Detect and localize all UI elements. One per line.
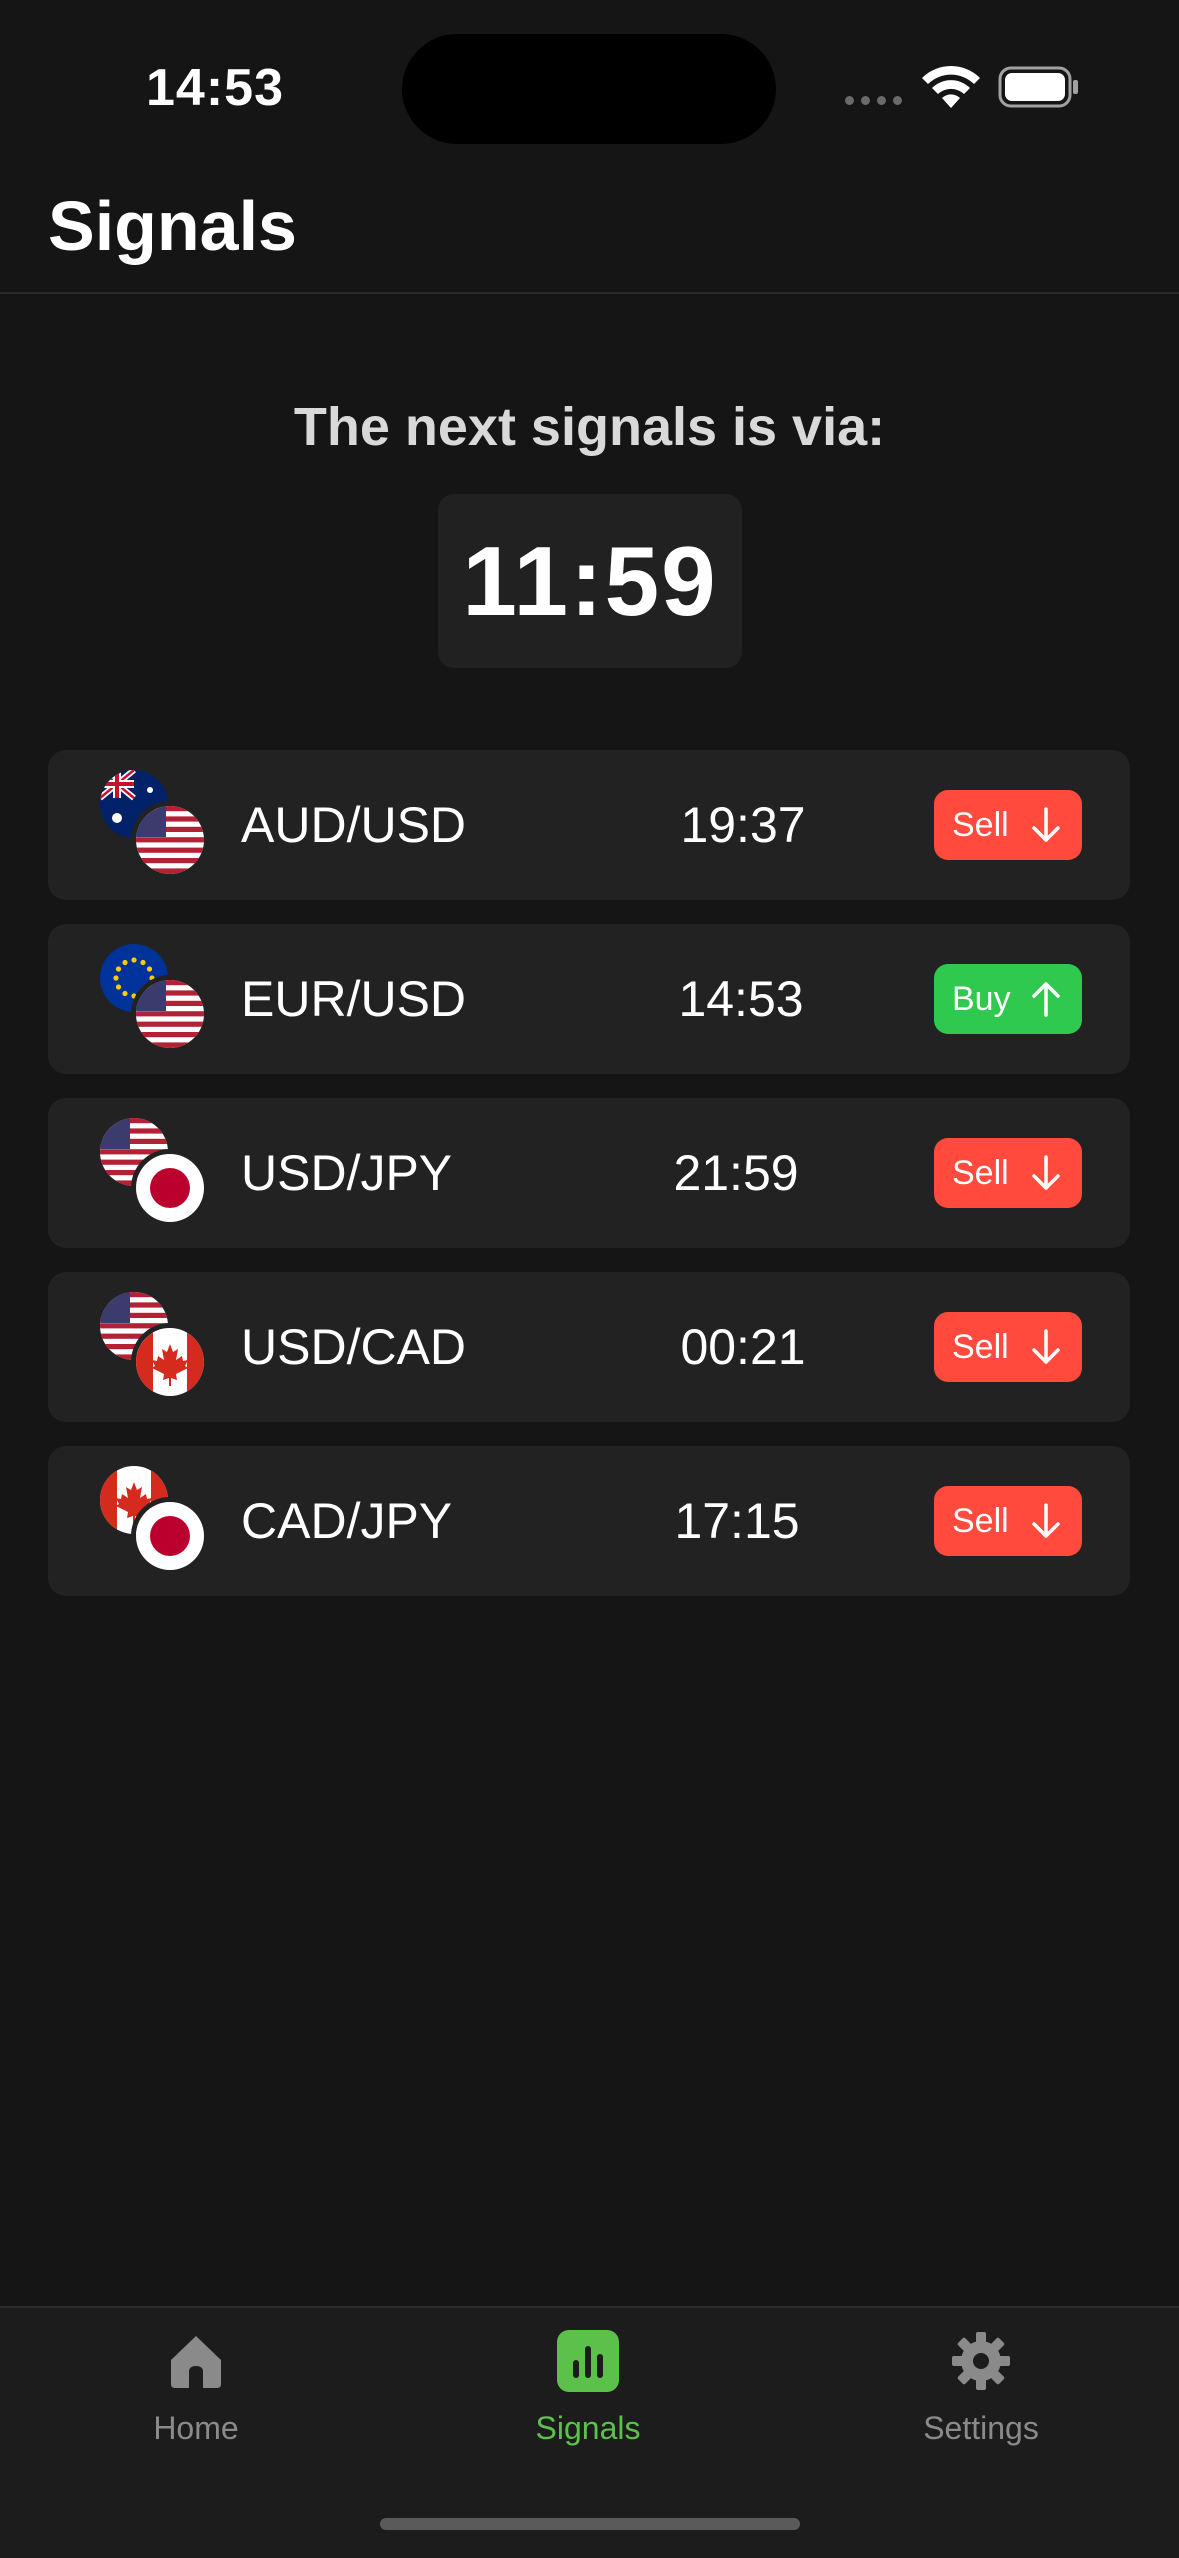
home-indicator[interactable] [380,2518,800,2530]
signal-row-eur-usd[interactable]: EUR/USD 14:53 Buy [48,924,1130,1074]
sell-button[interactable]: Sell [934,790,1082,860]
page-title: Signals [48,187,297,265]
sell-button[interactable]: Sell [934,1138,1082,1208]
currency-pair-label: CAD/JPY [241,1493,453,1549]
signal-time: 19:37 [680,797,806,853]
battery-icon [998,66,1078,108]
sell-button[interactable]: Sell [934,1312,1082,1382]
arrow-down-icon [1032,1503,1060,1538]
usa-flag-icon [131,801,209,879]
chart-icon [557,2330,619,2392]
home-icon [171,2336,221,2388]
signal-time: 14:53 [678,971,804,1027]
countdown-label: The next signals is via: [293,397,886,457]
usa-flag-icon [131,975,209,1053]
japan-flag-icon [131,1149,209,1227]
tab-home-label: Home [153,2410,239,2446]
action-label: Sell [952,1501,1009,1540]
action-label: Buy [952,979,1011,1018]
wifi-icon [922,65,980,108]
arrow-up-icon [1032,982,1060,1017]
tab-signals[interactable]: Signals [438,2330,738,2447]
signal-time: 21:59 [673,1145,799,1201]
action-label: Sell [952,805,1009,844]
tab-signals-label: Signals [535,2410,641,2446]
currency-pair-flags [100,1292,210,1402]
arrow-down-icon [1032,807,1060,842]
countdown-timer: 11:59 [438,494,742,668]
cellular-signal-icon [845,96,902,105]
sell-button[interactable]: Sell [934,1486,1082,1556]
header-divider [0,292,1179,294]
signal-row-usd-jpy[interactable]: USD/JPY 21:59 Sell [48,1098,1130,1248]
gear-icon [952,2332,1010,2390]
signal-row-cad-jpy[interactable]: CAD/JPY 17:15 Sell [48,1446,1130,1596]
signal-time: 00:21 [680,1319,806,1375]
status-time: 14:53 [146,59,284,117]
arrow-down-icon [1032,1329,1060,1364]
japan-flag-icon [131,1497,209,1575]
currency-pair-label: EUR/USD [241,971,467,1027]
currency-pair-flags [100,770,210,880]
currency-pair-flags [100,1118,210,1228]
signal-time: 17:15 [674,1493,800,1549]
buy-button[interactable]: Buy [934,964,1082,1034]
tab-settings-label: Settings [923,2410,1039,2446]
tab-settings[interactable]: Settings [831,2330,1131,2447]
signal-row-usd-cad[interactable]: USD/CAD 00:21 Sell [48,1272,1130,1422]
tab-home[interactable]: Home [46,2330,346,2447]
currency-pair-label: USD/JPY [241,1145,453,1201]
currency-pair-flags [100,1466,210,1576]
dynamic-island [402,34,776,144]
signal-row-aud-usd[interactable]: AUD/USD 19:37 Sell [48,750,1130,900]
arrow-down-icon [1032,1155,1060,1190]
action-label: Sell [952,1327,1009,1366]
currency-pair-flags [100,944,210,1054]
action-label: Sell [952,1153,1009,1192]
canada-flag-icon [131,1323,209,1401]
currency-pair-label: USD/CAD [241,1319,467,1375]
currency-pair-label: AUD/USD [241,797,467,853]
